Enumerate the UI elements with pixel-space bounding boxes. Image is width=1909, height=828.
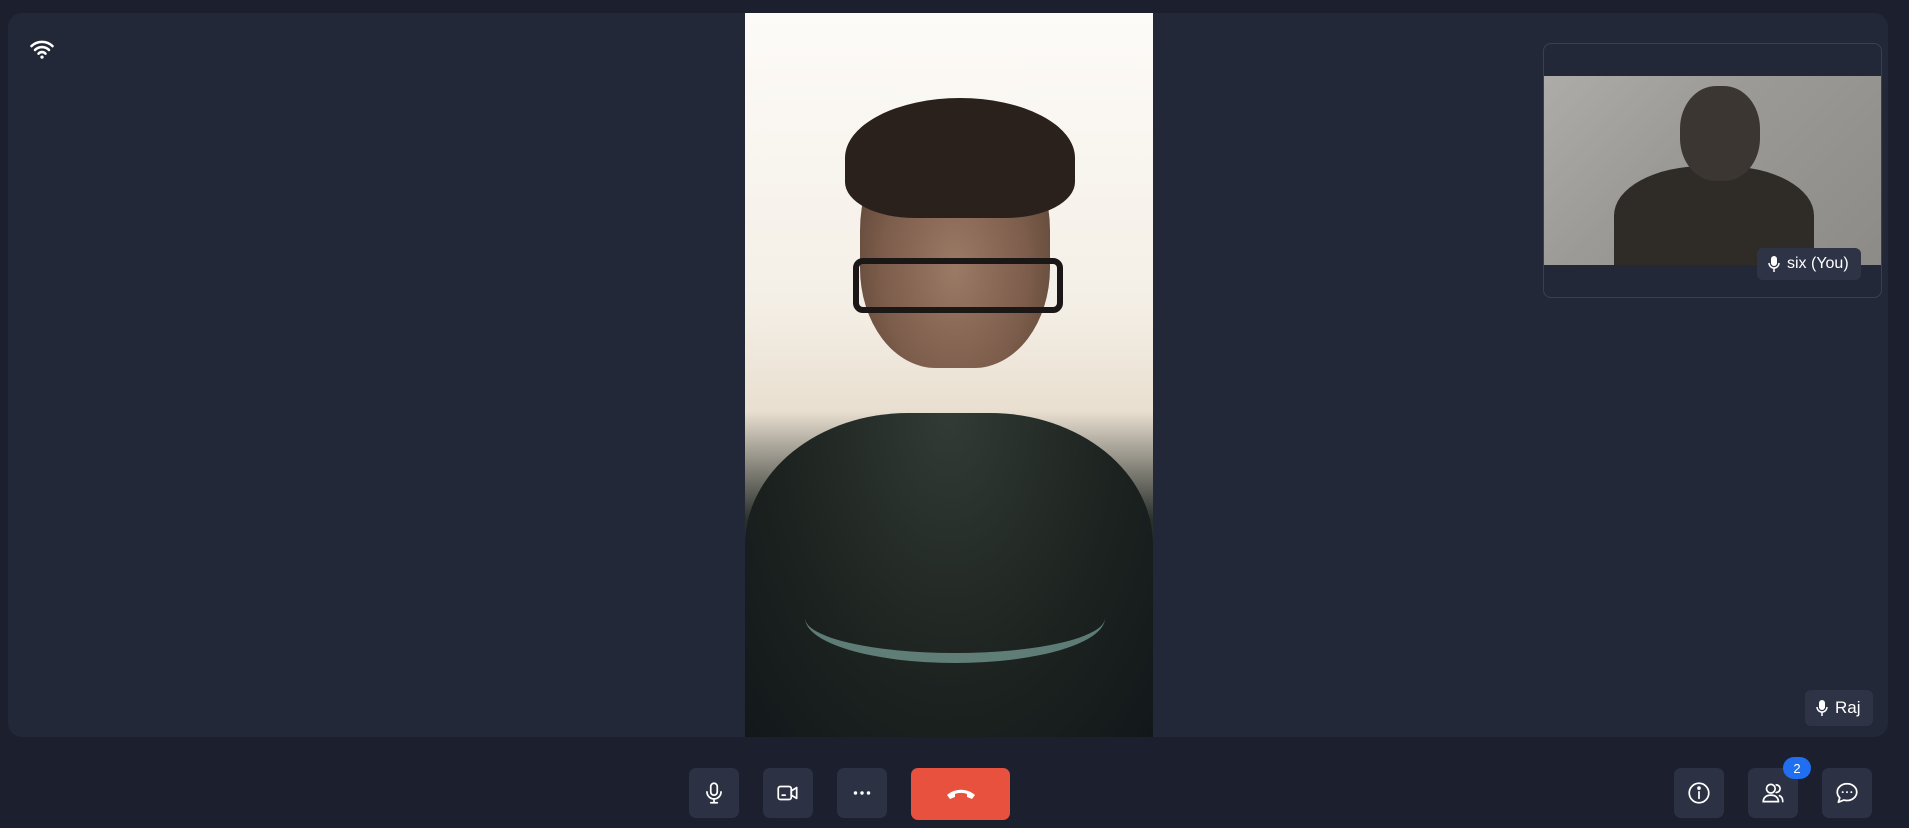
chat-button[interactable] [1822,768,1872,818]
camera-button[interactable] [763,768,813,818]
self-video [1544,76,1881,265]
main-name-label: Raj [1835,698,1861,717]
chat-icon [1836,782,1858,804]
self-name-label: six (You) [1787,255,1849,272]
self-head [1680,86,1760,181]
wifi-icon [28,35,58,65]
mic-icon [1768,256,1780,272]
info-icon [1688,782,1710,804]
more-horizontal-icon [853,791,871,795]
info-button[interactable] [1674,768,1724,818]
video-stage: six (You) Raj [8,13,1888,737]
participants-count-badge: 2 [1783,757,1811,779]
phone-hangup-icon [946,789,975,799]
video-camera-icon [777,785,798,801]
mic-icon [706,782,722,804]
end-call-button[interactable] [911,768,1010,820]
mic-icon [1816,700,1828,716]
participants-button[interactable]: 2 [1748,757,1811,818]
self-name-tag: six (You) [1757,248,1861,280]
main-name-tag: Raj [1805,690,1873,726]
self-video-tile[interactable]: six (You) [1543,43,1882,298]
main-participant-video[interactable] [745,13,1153,737]
shirt-band [805,573,1105,663]
participant-hair [845,98,1075,218]
participant-glasses [853,258,1063,313]
more-options-button[interactable] [837,768,887,818]
mic-button[interactable] [689,768,739,818]
people-icon [1762,783,1784,803]
control-bar: 2 [0,740,1909,828]
